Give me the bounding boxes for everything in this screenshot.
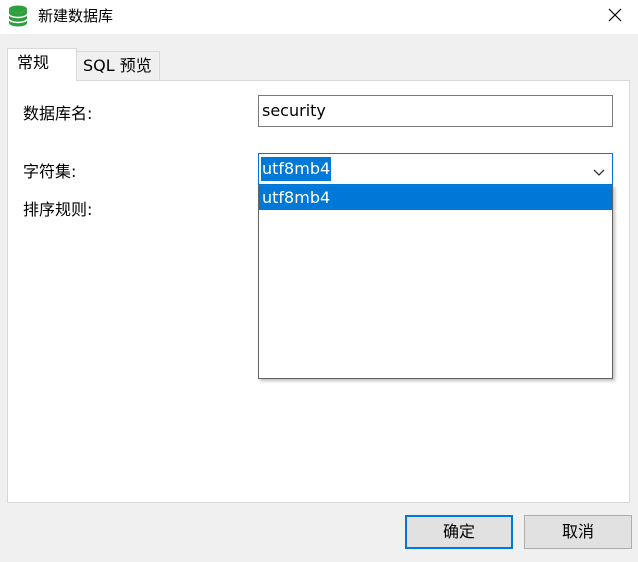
close-button[interactable]	[592, 0, 638, 30]
charset-dropdown-list: utf8mb4	[258, 185, 613, 379]
tab-sql-preview[interactable]: SQL 预览	[76, 51, 160, 81]
window-title: 新建数据库	[38, 7, 114, 25]
cancel-button[interactable]: 取消	[524, 515, 632, 549]
tab-general[interactable]: 常规	[7, 48, 77, 81]
dropdown-option[interactable]: utf8mb4	[259, 186, 612, 210]
charset-label: 字符集:	[23, 162, 77, 181]
database-name-input[interactable]: security	[258, 95, 613, 127]
charset-select[interactable]: utf8mb4	[258, 153, 613, 185]
collation-label: 排序规则:	[23, 200, 93, 219]
title-bar: 新建数据库	[0, 0, 638, 34]
database-name-label: 数据库名:	[23, 104, 93, 123]
ok-button[interactable]: 确定	[405, 515, 513, 549]
database-icon	[8, 4, 28, 28]
close-icon	[608, 8, 622, 22]
chevron-down-icon	[592, 163, 606, 176]
charset-selected-value: utf8mb4	[261, 157, 332, 181]
